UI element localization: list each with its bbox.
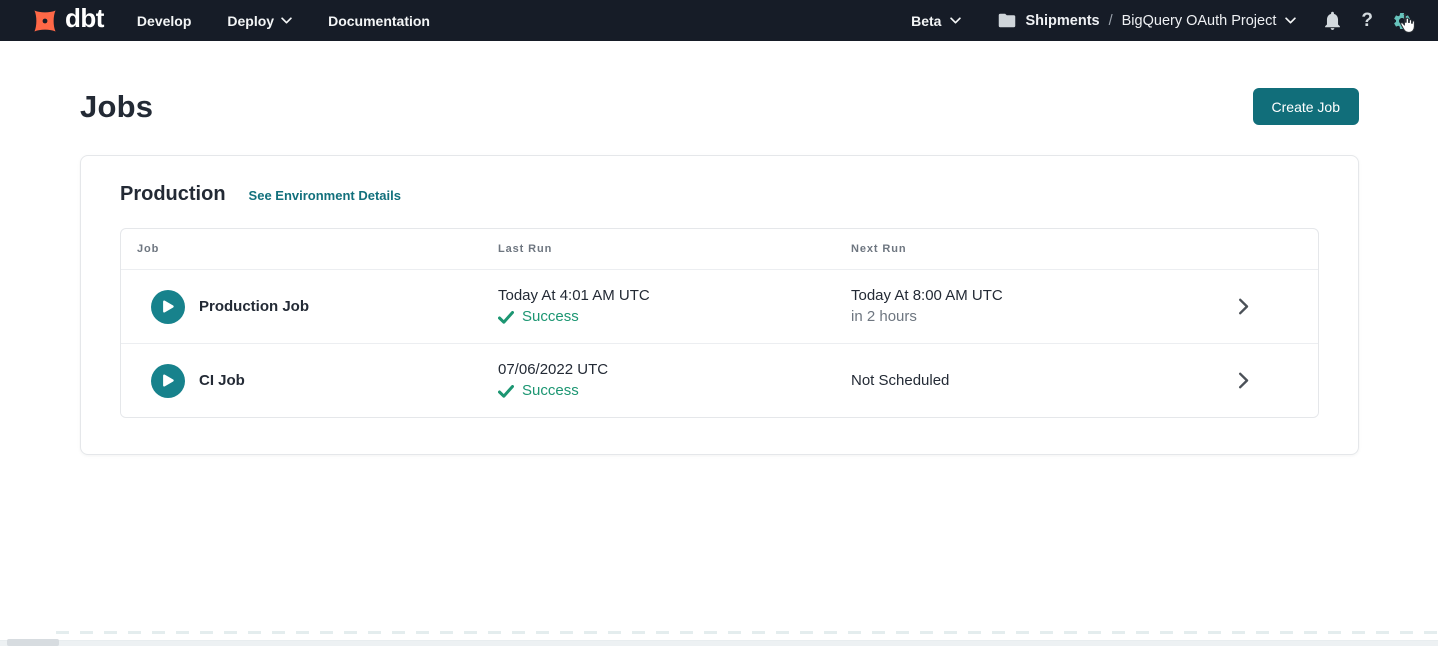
nav-icon-group: ? — [1323, 10, 1412, 32]
chevron-down-icon — [950, 17, 961, 24]
job-name: CI Job — [199, 372, 245, 389]
next-run-note: in 2 hours — [851, 307, 1168, 327]
table-row[interactable]: CI Job 07/06/2022 UTC Success Not Schedu… — [121, 343, 1318, 417]
settings-button[interactable] — [1392, 11, 1412, 31]
last-run-status: Success — [498, 381, 851, 401]
main-menu: Develop Deploy Documentation — [137, 13, 430, 29]
top-navigation: dbt Develop Deploy Documentation Beta Sh… — [0, 0, 1438, 41]
status-label: Success — [522, 307, 579, 327]
next-run-time: Today At 8:00 AM UTC — [851, 286, 1168, 306]
help-button[interactable]: ? — [1361, 10, 1373, 32]
notifications-button[interactable] — [1323, 10, 1342, 31]
project-breadcrumb: Shipments / BigQuery OAuth Project — [998, 13, 1296, 29]
account-name[interactable]: Shipments — [1025, 13, 1099, 29]
check-icon — [498, 385, 514, 398]
last-run-time: Today At 4:01 AM UTC — [498, 286, 851, 306]
chevron-down-icon — [281, 17, 292, 24]
next-run-cell: Not Scheduled — [851, 371, 1168, 391]
nav-item-deploy-label: Deploy — [227, 13, 274, 29]
dbt-logo[interactable]: dbt — [28, 4, 104, 38]
chevron-right-icon[interactable] — [1238, 372, 1249, 389]
last-run-cell: 07/06/2022 UTC Success — [498, 360, 851, 401]
chevron-right-icon[interactable] — [1238, 298, 1249, 315]
dbt-logo-text: dbt — [65, 3, 104, 34]
horizontal-scrollbar-thumb[interactable] — [7, 639, 59, 646]
nav-right-group: Beta Shipments / BigQuery OAuth Project … — [911, 10, 1412, 32]
project-dropdown-chevron-icon[interactable] — [1285, 17, 1296, 24]
job-name: Production Job — [199, 298, 309, 315]
row-actions-cell — [1168, 298, 1318, 315]
play-icon — [161, 299, 175, 314]
nav-item-develop-label: Develop — [137, 13, 191, 29]
column-header-job: Job — [121, 243, 498, 255]
environment-title: Production — [120, 183, 226, 206]
table-row[interactable]: Production Job Today At 4:01 AM UTC Succ… — [121, 269, 1318, 343]
run-job-button[interactable] — [151, 364, 185, 398]
nav-item-documentation-label: Documentation — [328, 13, 430, 29]
dbt-logo-icon — [28, 4, 62, 38]
bell-icon — [1323, 10, 1342, 31]
check-icon — [498, 311, 514, 324]
question-mark-icon: ? — [1361, 10, 1373, 32]
status-label: Success — [522, 381, 579, 401]
run-job-button[interactable] — [151, 290, 185, 324]
gear-icon — [1392, 11, 1412, 31]
main-content: Jobs Create Job Production See Environme… — [0, 41, 1438, 455]
next-run-cell: Today At 8:00 AM UTC in 2 hours — [851, 286, 1168, 327]
nav-item-deploy[interactable]: Deploy — [227, 13, 292, 29]
last-run-cell: Today At 4:01 AM UTC Success — [498, 286, 851, 327]
create-job-button[interactable]: Create Job — [1253, 88, 1359, 125]
job-cell: CI Job — [121, 364, 498, 398]
beta-dropdown[interactable]: Beta — [911, 13, 961, 29]
last-run-status: Success — [498, 307, 851, 327]
environment-card: Production See Environment Details Job L… — [80, 155, 1359, 455]
page-title: Jobs — [80, 89, 153, 125]
table-header-row: Job Last Run Next Run — [121, 229, 1318, 269]
project-name[interactable]: BigQuery OAuth Project — [1122, 13, 1277, 29]
title-row: Jobs Create Job — [80, 88, 1359, 125]
bottom-edge-strip — [0, 640, 1438, 646]
column-header-next-run: Next Run — [851, 243, 1168, 255]
job-cell: Production Job — [121, 290, 498, 324]
bottom-dashed-divider — [56, 631, 1438, 634]
column-header-last-run: Last Run — [498, 243, 851, 255]
next-run-time: Not Scheduled — [851, 371, 1168, 391]
folder-icon — [998, 13, 1016, 28]
breadcrumb-separator: / — [1109, 13, 1113, 29]
last-run-time: 07/06/2022 UTC — [498, 360, 851, 380]
nav-item-develop[interactable]: Develop — [137, 13, 191, 29]
jobs-table: Job Last Run Next Run Production Job Tod… — [120, 228, 1319, 418]
environment-details-link[interactable]: See Environment Details — [249, 188, 401, 203]
beta-label: Beta — [911, 13, 941, 29]
environment-header: Production See Environment Details — [120, 183, 1319, 206]
row-actions-cell — [1168, 372, 1318, 389]
nav-item-documentation[interactable]: Documentation — [328, 13, 430, 29]
play-icon — [161, 373, 175, 388]
